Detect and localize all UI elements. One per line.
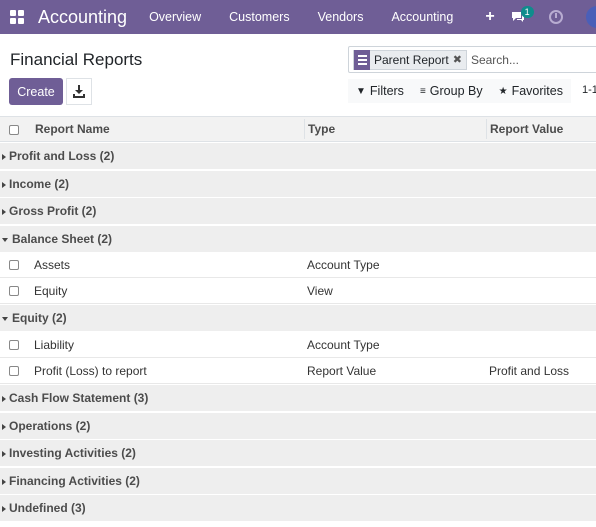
search-input[interactable] — [470, 52, 591, 67]
column-header-report-name[interactable]: Report Name — [35, 117, 110, 141]
group-row[interactable]: Profit and Loss (2) — [0, 143, 596, 170]
clock-icon[interactable] — [548, 10, 563, 24]
nav-item-overview[interactable]: Overview — [149, 10, 201, 24]
search-options: ▼ Filters ≡ Group By ★ Favorites — [348, 79, 571, 103]
download-button[interactable] — [66, 78, 92, 105]
group-row[interactable]: Gross Profit (2) — [0, 198, 596, 226]
caret-right-icon — [2, 154, 6, 160]
group-row[interactable]: Equity (2) — [0, 305, 596, 333]
plus-icon[interactable]: + — [485, 8, 494, 26]
nav-item-customers[interactable]: Customers — [229, 10, 289, 24]
group-row[interactable]: Balance Sheet (2) — [0, 225, 596, 253]
top-navbar: Accounting Overview Customers Vendors Ac… — [0, 0, 596, 34]
row-checkbox[interactable] — [9, 340, 19, 350]
group-label: Profit and Loss (2) — [9, 149, 115, 163]
group-row[interactable]: Investing Activities (2) — [0, 440, 596, 468]
cell-report-name: Equity — [34, 284, 68, 299]
group-label: Operations (2) — [9, 418, 91, 433]
group-row[interactable]: Income (2) — [0, 170, 596, 198]
filters-label: Filters — [369, 84, 404, 98]
app-brand[interactable]: Accounting — [38, 7, 127, 28]
chat-icon[interactable]: 1 — [511, 6, 534, 27]
select-all-checkbox[interactable] — [9, 125, 19, 135]
nav-item-accounting[interactable]: Accounting — [391, 10, 453, 24]
caret-down-icon — [2, 317, 8, 322]
search-facet: Parent Report ✖ — [353, 49, 467, 70]
nav-item-vendors[interactable]: Vendors — [318, 10, 364, 24]
caret-right-icon — [2, 181, 6, 188]
cell-report-name: Assets — [34, 258, 71, 273]
pager-value[interactable]: 1-1 — [582, 84, 596, 96]
star-icon: ★ — [498, 85, 508, 97]
filters-button[interactable]: ▼ Filters — [348, 84, 412, 98]
cell-report-name: Liability — [34, 338, 75, 352]
caret-right-icon — [2, 478, 6, 485]
group-by-icon — [354, 49, 370, 70]
cell-type: Account Type — [307, 258, 380, 273]
group-label: Income (2) — [9, 176, 70, 191]
bars-icon: ≡ — [419, 85, 426, 97]
cell-type: View — [307, 284, 333, 299]
caret-right-icon — [2, 506, 6, 513]
group-label: Balance Sheet (2) — [12, 231, 113, 246]
table-row[interactable]: Equity View — [0, 279, 596, 305]
table-row[interactable]: Profit (Loss) to report Report Value Profi… — [0, 359, 596, 384]
cell-report-name: Profit (Loss) to report — [34, 364, 147, 378]
favorites-button[interactable]: ★ Favorites — [491, 84, 571, 98]
group-row[interactable]: Cash Flow Statement (3) — [0, 385, 596, 412]
facet-label: Parent Report — [374, 52, 449, 67]
cell-report-value: Profit and Loss — [489, 364, 570, 378]
group-row[interactable]: Financing Activities (2) — [0, 467, 596, 495]
group-label: Investing Activities (2) — [9, 446, 136, 461]
group-label: Undefined (3) — [9, 501, 86, 516]
caret-right-icon — [2, 209, 6, 216]
group-label: Equity (2) — [12, 311, 67, 326]
app-menu-icon[interactable] — [0, 0, 34, 34]
caret-right-icon — [2, 423, 6, 430]
favorites-label: Favorites — [511, 84, 563, 98]
page-title: Financial Reports — [10, 50, 143, 69]
table-row[interactable]: Liability Account Type — [0, 333, 596, 358]
download-icon — [73, 85, 85, 98]
row-checkbox[interactable] — [9, 366, 19, 376]
group-label: Financing Activities (2) — [9, 473, 140, 488]
table-header: Report Name Type Report Value — [0, 116, 596, 142]
cell-type: Account Type — [307, 338, 380, 352]
caret-right-icon — [2, 451, 6, 458]
group-label: Cash Flow Statement (3) — [9, 391, 149, 405]
column-header-type[interactable]: Type — [308, 117, 335, 141]
group-label: Gross Profit (2) — [9, 204, 97, 219]
table-row[interactable]: Assets Account Type — [0, 253, 596, 279]
group-row[interactable]: Operations (2) — [0, 412, 596, 440]
cell-type: Report Value — [307, 364, 377, 378]
chat-count-badge: 1 — [520, 6, 534, 18]
create-button[interactable]: Create — [9, 78, 63, 105]
caret-down-icon — [2, 237, 8, 242]
group-by-label: Group By — [429, 84, 483, 98]
search-box[interactable]: Parent Report ✖ — [348, 46, 596, 73]
row-checkbox[interactable] — [9, 260, 19, 271]
caret-right-icon — [2, 396, 6, 402]
column-header-report-value[interactable]: Report Value — [490, 117, 563, 141]
group-row[interactable]: Undefined (3) — [0, 495, 596, 523]
group-by-button[interactable]: ≡ Group By — [412, 84, 491, 98]
avatar[interactable] — [586, 6, 596, 28]
filter-icon: ▼ — [356, 85, 366, 97]
column-divider[interactable] — [486, 119, 487, 139]
row-checkbox[interactable] — [9, 286, 19, 297]
facet-remove-icon[interactable]: ✖ — [453, 53, 466, 66]
column-divider[interactable] — [304, 119, 305, 139]
